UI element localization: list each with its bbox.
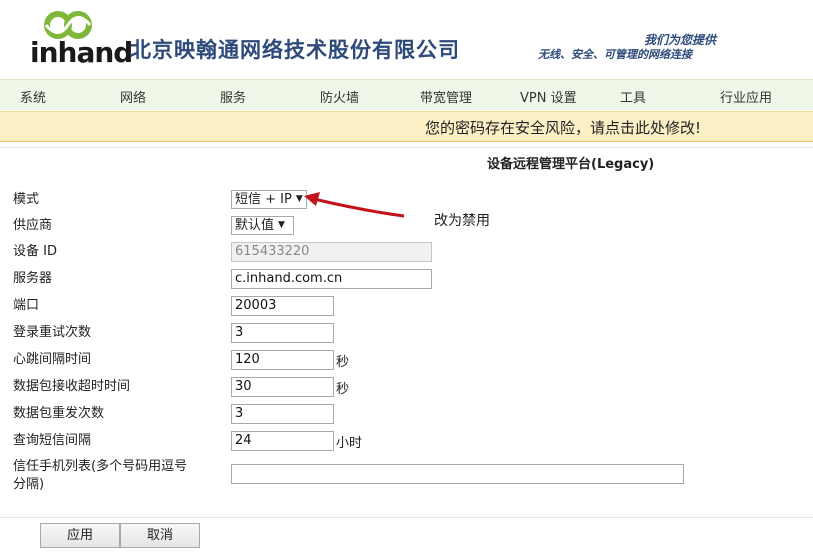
- divider: [0, 147, 813, 148]
- main-nav: 系统 网络 服务 防火墙 带宽管理 VPN 设置 工具 行业应用: [0, 79, 813, 110]
- sms-interval-unit: 小时: [336, 436, 363, 451]
- provider-select-value: 默认值: [235, 218, 275, 233]
- nav-item-industry[interactable]: 行业应用: [720, 87, 772, 106]
- device-id-label: 设备 ID: [13, 244, 57, 259]
- nav-item-bandwidth[interactable]: 带宽管理: [420, 87, 472, 106]
- port-label: 端口: [13, 298, 40, 313]
- annotation-note: 改为禁用: [434, 213, 490, 229]
- nav-item-tools[interactable]: 工具: [620, 87, 646, 106]
- trusted-phones-field[interactable]: [231, 464, 684, 484]
- nav-item-vpn[interactable]: VPN 设置: [520, 87, 577, 106]
- sms-interval-field[interactable]: 24: [231, 431, 334, 451]
- packet-resend-label: 数据包重发次数: [13, 406, 105, 421]
- trusted-phones-label-cont: 分隔): [13, 477, 45, 492]
- mode-label: 模式: [13, 192, 40, 207]
- sms-interval-label: 查询短信间隔: [13, 433, 92, 448]
- server-field[interactable]: c.inhand.com.cn: [231, 269, 432, 289]
- cancel-button[interactable]: 取消: [120, 523, 200, 548]
- packet-timeout-unit: 秒: [336, 382, 350, 397]
- heartbeat-field[interactable]: 120: [231, 350, 334, 370]
- dropdown-arrow-icon: ▼: [278, 220, 285, 230]
- nav-item-services[interactable]: 服务: [220, 87, 246, 106]
- nav-item-network[interactable]: 网络: [120, 87, 146, 106]
- login-retries-label: 登录重试次数: [13, 325, 92, 340]
- nav-item-system[interactable]: 系统: [20, 87, 46, 106]
- provider-select[interactable]: 默认值 ▼: [231, 216, 294, 235]
- nav-item-firewall[interactable]: 防火墙: [320, 87, 359, 106]
- heartbeat-label: 心跳间隔时间: [13, 352, 92, 367]
- mode-select-value: 短信 + IP: [235, 192, 292, 207]
- password-warning-banner: 您的密码存在安全风险，请点击此处修改!: [0, 111, 813, 142]
- mode-select[interactable]: 短信 + IP ▼: [231, 190, 307, 209]
- inhand-logo: inhand: [30, 10, 133, 72]
- trusted-phones-label: 信任手机列表(多个号码用逗号: [13, 459, 188, 474]
- page-title: 设备远程管理平台(Legacy): [487, 157, 655, 172]
- packet-timeout-field[interactable]: 30: [231, 377, 334, 397]
- header: inhand 北京映翰通网络技术股份有限公司 我们为您提供 无线、安全、可管理的…: [0, 0, 813, 78]
- slogan-line2: 无线、安全、可管理的网络连接: [538, 48, 692, 61]
- logo-text: inhand: [30, 36, 133, 69]
- provider-label: 供应商: [13, 218, 53, 233]
- device-id-field: 615433220: [231, 242, 432, 262]
- password-warning-link[interactable]: 您的密码存在安全风险，请点击此处修改!: [425, 117, 701, 138]
- packet-timeout-label: 数据包接收超时时间: [13, 379, 131, 394]
- login-retries-field[interactable]: 3: [231, 323, 334, 343]
- port-field[interactable]: 20003: [231, 296, 334, 316]
- apply-button[interactable]: 应用: [40, 523, 120, 548]
- packet-resend-field[interactable]: 3: [231, 404, 334, 424]
- server-label: 服务器: [13, 271, 53, 286]
- divider: [0, 517, 813, 518]
- red-arrow-icon: [304, 192, 405, 218]
- company-name: 北京映翰通网络技术股份有限公司: [130, 38, 460, 62]
- heartbeat-unit: 秒: [336, 355, 350, 370]
